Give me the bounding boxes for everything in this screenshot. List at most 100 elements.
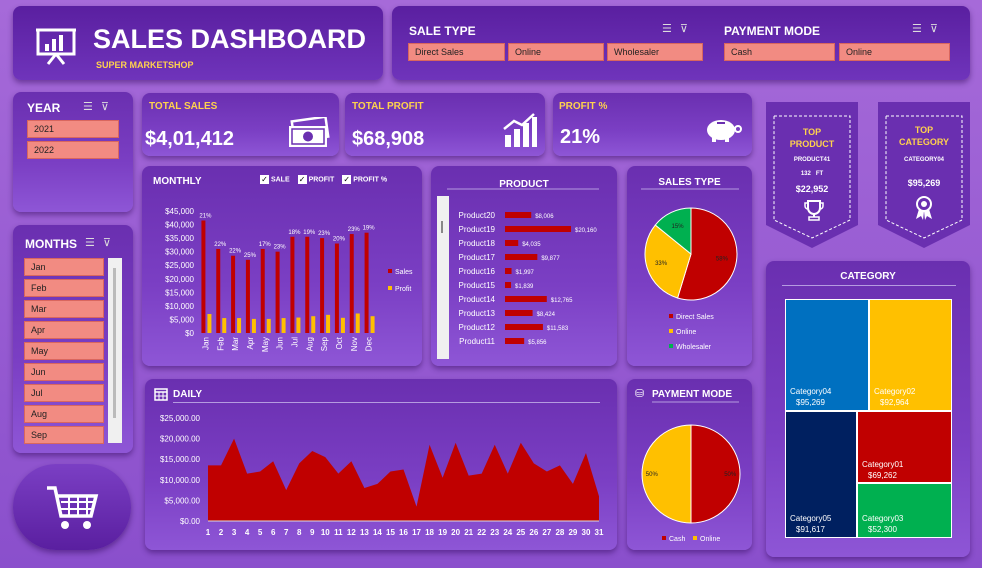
x-tick-label: 17	[412, 528, 421, 537]
kpi-total-sales: TOTAL SALES $4,01,412	[142, 93, 339, 156]
treemap-cell-category04[interactable]: Category04 $95,269	[785, 299, 869, 411]
treemap-cell-category02[interactable]: Category02 $92,964	[869, 299, 952, 411]
payment-item-cash[interactable]: Cash	[724, 43, 835, 61]
months-slicer-panel: MONTHS ☰⊽ Jan Feb Mar Apr May Jun Jul Au…	[13, 225, 133, 453]
month-item[interactable]: Feb	[24, 279, 104, 297]
x-tick-label: Mar	[231, 337, 240, 351]
cell-value: $52,300	[868, 525, 897, 534]
profit-pct-label: 19%	[363, 226, 376, 232]
product-bar	[505, 212, 532, 218]
x-tick-label: 1	[206, 528, 211, 537]
month-item[interactable]: Mar	[24, 300, 104, 318]
x-tick-label: 30	[582, 528, 591, 537]
cell-value: $69,262	[868, 471, 897, 480]
year-item-2022[interactable]: 2022	[27, 141, 119, 159]
kpi-label: PROFIT %	[559, 101, 608, 112]
y-tick-label: $30,000	[165, 248, 194, 257]
multi-select-icon[interactable]: ☰	[85, 237, 103, 249]
daily-chart-panel: DAILY $25,000.00 $20,000.00 $15,000.00 $10,…	[145, 379, 617, 550]
month-item[interactable]: Apr	[24, 321, 104, 339]
profit-pct-label: 22%	[229, 249, 242, 255]
months-scrollbar[interactable]	[108, 258, 122, 443]
product-label: Product13	[459, 309, 496, 318]
daily-area-chart: $25,000.00 $20,000.00 $15,000.00 $10,000.00…	[160, 414, 604, 537]
sales-bar	[364, 232, 369, 333]
y-tick-label: $15,000	[165, 288, 194, 297]
multi-select-icon[interactable]: ☰	[83, 101, 101, 113]
profit-pct-label: 23%	[318, 231, 331, 237]
top-product-qty-value: 132	[800, 171, 811, 177]
month-item[interactable]: Jul	[24, 384, 104, 402]
multi-select-icon[interactable]: ☰	[662, 23, 680, 35]
product-label: Product19	[459, 225, 496, 234]
clear-filter-icon[interactable]: ⊽	[680, 23, 696, 35]
month-item[interactable]: Jan	[24, 258, 104, 276]
product-value-label: $11,583	[547, 326, 569, 332]
cell-label: Category02	[874, 387, 916, 396]
x-tick-label: 14	[373, 528, 382, 537]
monthly-chart-panel: MONTHLY ✓ SALE ✓ PROFIT ✓ PROFIT % $45,0…	[142, 166, 422, 366]
clear-filter-icon[interactable]: ⊽	[101, 101, 117, 113]
sale-type-item-wholesaler[interactable]: Wholesaler	[607, 43, 703, 61]
product-value-label: $5,856	[528, 340, 547, 346]
legend-swatch	[669, 314, 673, 318]
treemap-cell-category03[interactable]: Category03 $52,300	[857, 483, 952, 538]
pie-data-label: 50%	[724, 472, 737, 478]
product-label: Product14	[459, 295, 496, 304]
x-tick-label: 19	[438, 528, 447, 537]
profit-pct-label: 23%	[348, 227, 361, 233]
y-tick-label: $0.00	[180, 517, 201, 526]
x-tick-label: 25	[516, 528, 525, 537]
product-chart-panel: PRODUCT Product20 $8,006 Product19 $20,160 P…	[431, 166, 617, 366]
sale-type-item-online[interactable]: Online	[508, 43, 604, 61]
pie-data-label: 33%	[655, 261, 668, 267]
clear-filter-icon[interactable]: ⊽	[103, 237, 119, 249]
product-value-label: $1,839	[515, 284, 534, 290]
top-product-qty: 132 FT	[764, 171, 860, 177]
product-label: Product11	[459, 337, 495, 346]
month-item[interactable]: Sep	[24, 426, 104, 444]
legend-label-sales: Sales	[395, 269, 413, 276]
payment-item-online[interactable]: Online	[839, 43, 950, 61]
legend-swatch	[669, 344, 673, 348]
x-tick-label: 3	[232, 528, 237, 537]
x-tick-label: Feb	[216, 336, 225, 350]
sales-type-pie-chart: 58% 33% 15% Direct Sales Online Wholesaler	[641, 188, 739, 351]
month-item[interactable]: Aug	[24, 405, 104, 423]
x-tick-label: 8	[297, 528, 302, 537]
cart-button[interactable]	[13, 464, 131, 550]
x-tick-label: 18	[425, 528, 434, 537]
profit-pct-label: 21%	[199, 213, 212, 219]
shopping-cart-icon	[47, 486, 99, 529]
months-title: MONTHS	[25, 237, 77, 251]
product-value-label: $12,765	[551, 298, 573, 304]
x-tick-label: 15	[386, 528, 395, 537]
sales-bar	[275, 251, 280, 333]
scrollbar-thumb[interactable]	[113, 268, 116, 418]
product-value-label: $4,035	[522, 242, 541, 248]
year-item-2021[interactable]: 2021	[27, 120, 119, 138]
months-filter-icons: ☰⊽	[85, 236, 119, 249]
month-item[interactable]: Jun	[24, 363, 104, 381]
multi-select-icon[interactable]: ☰	[912, 23, 930, 35]
product-bar	[505, 296, 547, 302]
y-tick-label: $35,000	[165, 234, 194, 243]
cell-label: Category03	[862, 514, 904, 523]
payment-mode-title: PAYMENT MODE	[724, 24, 821, 38]
x-tick-label: 16	[399, 528, 408, 537]
product-label: Product12	[459, 323, 496, 332]
y-tick-label: $40,000	[165, 221, 194, 230]
clear-filter-icon[interactable]: ⊽	[930, 23, 946, 35]
cell-label: Category04	[790, 387, 832, 396]
sales-bar	[260, 248, 265, 333]
sale-type-item-direct[interactable]: Direct Sales	[408, 43, 505, 61]
page-subtitle: SUPER MARKETSHOP	[96, 60, 194, 70]
legend-swatch-sales	[388, 269, 392, 273]
profit-bar	[296, 317, 301, 333]
product-bar	[505, 254, 538, 260]
treemap-cell-category05[interactable]: Category05 $91,617	[785, 411, 857, 538]
legend-label: Direct Sales	[676, 314, 714, 321]
treemap-cell-category01[interactable]: Category01 $69,262	[857, 411, 952, 483]
month-item[interactable]: May	[24, 342, 104, 360]
profit-bar	[207, 314, 212, 333]
